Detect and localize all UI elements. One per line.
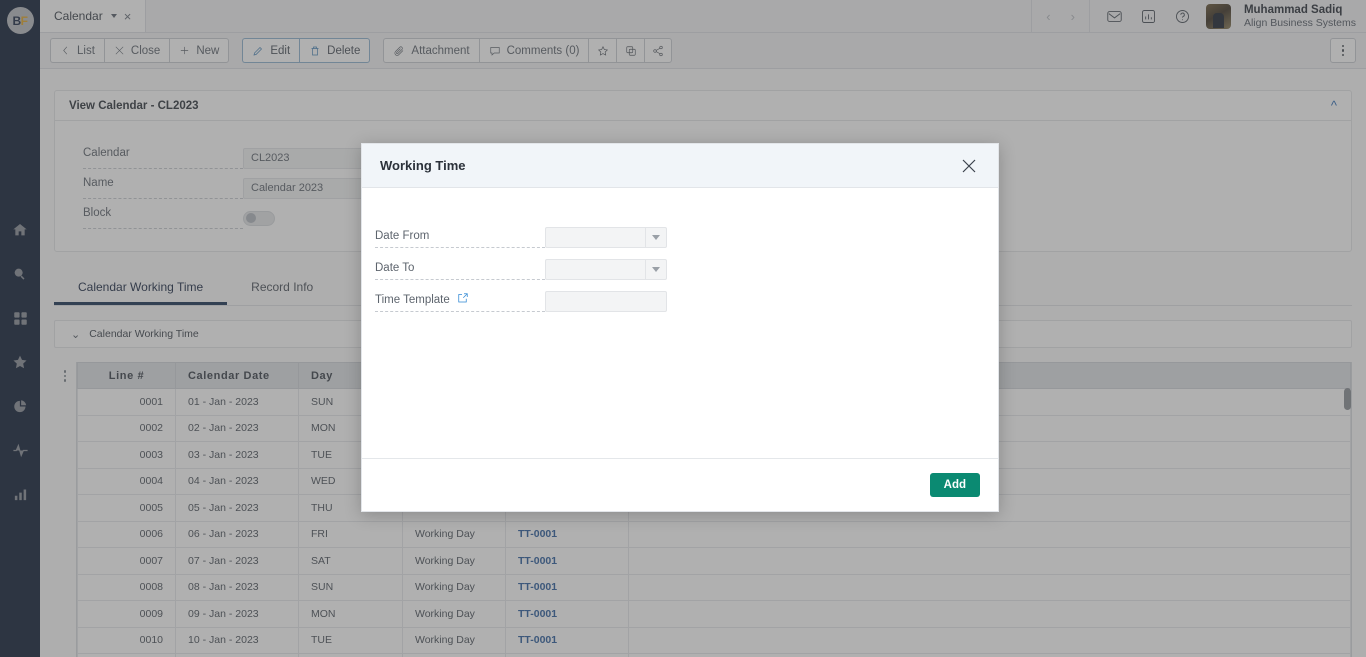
external-link-icon[interactable] bbox=[457, 292, 469, 307]
modal-title: Working Time bbox=[380, 158, 466, 173]
time-template-field[interactable] bbox=[545, 290, 667, 312]
modal-label-text: Date From bbox=[375, 229, 430, 242]
date-to-value bbox=[546, 260, 645, 279]
date-to-select[interactable] bbox=[545, 258, 667, 280]
modal-label-date-to: Date To bbox=[375, 258, 545, 280]
chevron-down-icon[interactable] bbox=[645, 259, 666, 279]
caret bbox=[652, 266, 660, 272]
modal-header: Working Time bbox=[362, 144, 998, 188]
modal-field-row-date-from: Date From bbox=[375, 221, 998, 253]
modal-field-row-time-template: Time Template bbox=[375, 285, 998, 317]
modal-footer: Add bbox=[362, 458, 998, 511]
time-template-value bbox=[546, 292, 666, 311]
add-button[interactable]: Add bbox=[929, 473, 980, 497]
modal-label-text: Time Template bbox=[375, 293, 450, 306]
date-from-select[interactable] bbox=[545, 226, 667, 248]
date-from-value bbox=[546, 228, 645, 247]
working-time-modal: Working Time Date From Date To Time Temp… bbox=[361, 143, 999, 512]
modal-body: Date From Date To Time Template bbox=[362, 188, 998, 458]
modal-field-row-date-to: Date To bbox=[375, 253, 998, 285]
modal-label-time-template: Time Template bbox=[375, 290, 545, 312]
app-root: BF Calendar × ‹ › Muhammad Sadiq Align B… bbox=[0, 0, 1366, 657]
modal-label-date-from: Date From bbox=[375, 226, 545, 248]
caret bbox=[652, 234, 660, 240]
modal-label-text: Date To bbox=[375, 261, 415, 274]
chevron-down-icon[interactable] bbox=[645, 227, 666, 247]
close-icon[interactable] bbox=[958, 155, 980, 177]
